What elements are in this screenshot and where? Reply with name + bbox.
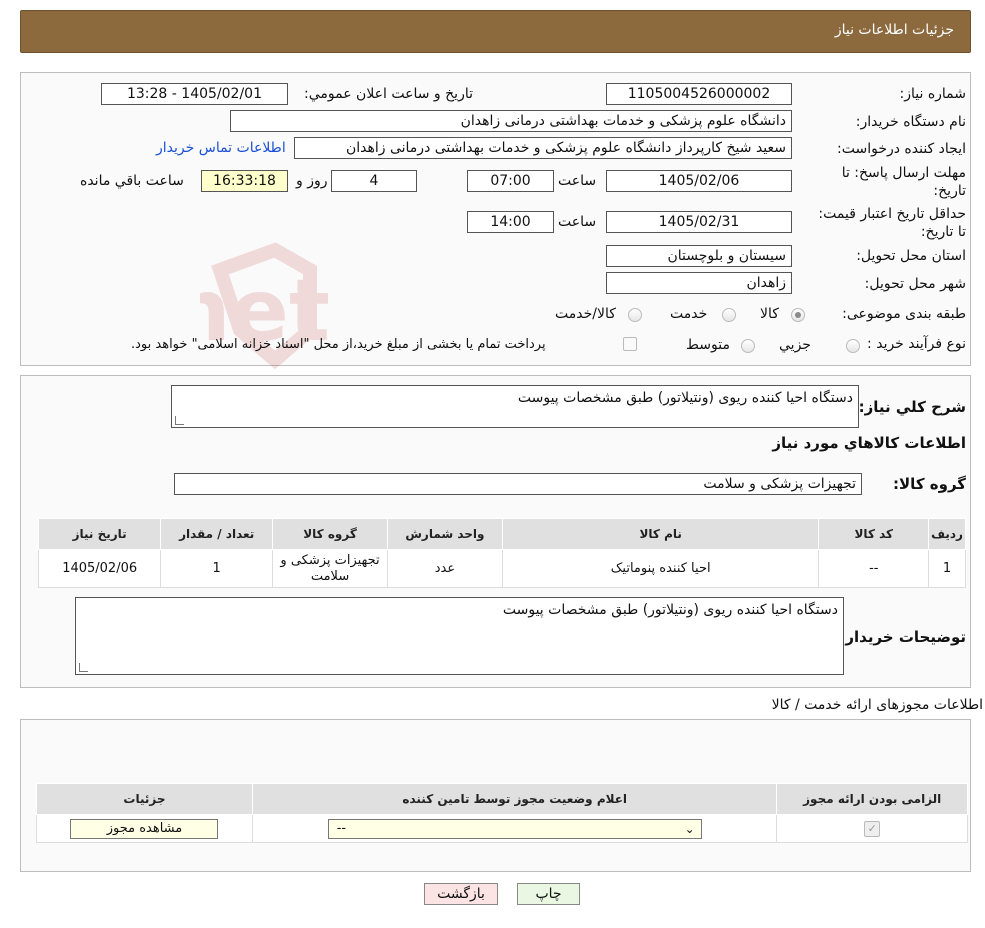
buyer-notes-label: توضيحات خريدار: (839, 628, 966, 646)
resize-handle-icon[interactable] (175, 416, 184, 425)
deadline-time-field: 07:00 (467, 170, 554, 192)
summary-textarea[interactable]: دستگاه احیا کننده ریوی (ونتیلاتور) طبق م… (171, 385, 859, 428)
deadline-label: مهلت ارسال پاسخ: تا تاريخ: (841, 165, 966, 199)
col-code: کد کالا (818, 518, 930, 550)
col-date: تاريخ نياز (37, 518, 162, 550)
validity-label: حداقل تاريخ اعتبار قيمت: تا تاريخ: (818, 206, 966, 240)
process-label: نوع فرآيند خريد : (867, 336, 966, 352)
buyer-notes-text: دستگاه احیا کننده ریوی (ونتیلاتور) طبق م… (502, 602, 838, 618)
checkmark-icon: ✓ (864, 820, 881, 837)
days-field: 4 (331, 170, 417, 192)
col-permit-details: جزئيات (36, 783, 253, 815)
category-option-service: خدمت (670, 306, 708, 322)
remaining-label: ساعت باقي مانده (80, 173, 184, 189)
announce-label: تاریخ و ساعت اعلان عمومي: (304, 86, 473, 102)
permits-table: الزامی بودن ارائه مجوز اعلام وضعيت مجوز … (36, 783, 968, 843)
category-radio-goods[interactable] (791, 308, 805, 322)
summary-label: شرح کلي نياز: (858, 398, 966, 416)
permits-title: اطلاعات مجوزهای ارائه خدمت / کالا (771, 697, 983, 713)
col-permit-status: اعلام وضعيت مجوز توسط تامين کننده (251, 783, 778, 815)
table-row: ✓ -- ⌄ مشاهده مجوز (36, 814, 968, 843)
announce-datetime-field: 1405/02/01 - 13:28 (101, 83, 288, 105)
remaining-time-field: 16:33:18 (201, 170, 288, 192)
buyer-org-label: نام دستگاه خريدار: (855, 114, 966, 130)
permit-status-select[interactable]: -- ⌄ (327, 818, 702, 839)
goods-section-title: اطلاعات کالاهاي مورد نياز (772, 434, 966, 452)
treasury-checkbox[interactable] (623, 337, 637, 351)
back-button[interactable]: بازگشت (424, 883, 498, 905)
goods-group-label: گروه کالا: (893, 475, 966, 493)
col-quantity: تعداد / مقدار (160, 518, 274, 550)
cell-date: 1405/02/06 (37, 549, 162, 588)
table-row: 1 -- احیا کننده پنوماتیک عدد تجهیزات پزش… (37, 549, 966, 588)
deadline-time-label: ساعت (558, 173, 597, 189)
validity-time-label: ساعت (558, 214, 597, 230)
col-group: گروه کالا (272, 518, 388, 550)
cell-group: تجهیزات پزشکی و سلامت (272, 549, 388, 588)
cell-name: احیا کننده پنوماتیک (501, 549, 820, 588)
summary-text: دستگاه احیا کننده ریوی (ونتیلاتور) طبق م… (517, 390, 853, 406)
page-title: جزئیات اطلاعات نیاز (834, 22, 954, 38)
process-radio-medium[interactable] (741, 339, 755, 353)
col-unit: واحد شمارش (386, 518, 503, 550)
category-option-goods: کالا (760, 306, 779, 322)
creator-field: سعید شیخ کارپرداز دانشگاه علوم پزشکی و خ… (294, 137, 792, 159)
validity-date-field: 1405/02/31 (606, 211, 792, 233)
col-name: نام کالا (501, 518, 820, 550)
category-radio-both[interactable] (628, 308, 642, 322)
cell-unit: عدد (386, 549, 503, 588)
province-field: سيستان و بلوچستان (606, 245, 792, 267)
validity-time-field: 14:00 (467, 211, 554, 233)
cell-row: 1 (928, 549, 966, 588)
need-number-label: شماره نیاز: (899, 86, 967, 102)
category-label: طبقه بندی موضوعی: (842, 306, 966, 322)
category-radio-service[interactable] (722, 308, 736, 322)
creator-label: ايجاد کننده درخواست: (837, 141, 966, 157)
cell-code: -- (818, 549, 930, 588)
goods-table: رديف کد کالا نام کالا واحد شمارش گروه کا… (37, 518, 966, 588)
days-label: روز و (296, 173, 328, 189)
category-option-both: کالا/خدمت (555, 306, 616, 322)
buyer-notes-textarea[interactable]: دستگاه احیا کننده ریوی (ونتیلاتور) طبق م… (75, 597, 844, 675)
city-label: شهر محل تحويل: (864, 276, 966, 292)
goods-group-field: تجهیزات پزشکی و سلامت (174, 473, 862, 495)
buyer-contact-link[interactable]: اطلاعات تماس خريدار (156, 140, 286, 156)
deadline-date-field: 1405/02/06 (606, 170, 792, 192)
col-permit-required: الزامی بودن ارائه مجوز (776, 783, 968, 815)
process-option-minor: جزيي (779, 337, 811, 353)
need-number-field: 1105004526000002 (606, 83, 792, 105)
print-button[interactable]: چاپ (517, 883, 580, 905)
permit-status-value: -- (336, 820, 347, 836)
process-note: پرداخت تمام یا بخشی از مبلغ خرید،از محل … (131, 337, 546, 352)
page-header: جزئیات اطلاعات نیاز (20, 10, 971, 53)
cell-permit-details: مشاهده مجوز (36, 814, 253, 843)
col-row: رديف (928, 518, 966, 550)
city-field: زاهدان (606, 272, 792, 294)
cell-permit-required: ✓ (776, 814, 968, 843)
process-option-medium: متوسط (686, 337, 730, 353)
process-radio-minor[interactable] (846, 339, 860, 353)
resize-handle-icon[interactable] (79, 663, 88, 672)
view-permit-button[interactable]: مشاهده مجوز (70, 818, 219, 839)
province-label: استان محل تحويل: (856, 248, 966, 264)
buyer-org-field: دانشگاه علوم پزشکی و خدمات بهداشتی درمان… (230, 110, 792, 132)
cell-permit-status: -- ⌄ (251, 814, 778, 843)
chevron-down-icon: ⌄ (684, 821, 695, 836)
cell-quantity: 1 (160, 549, 274, 588)
